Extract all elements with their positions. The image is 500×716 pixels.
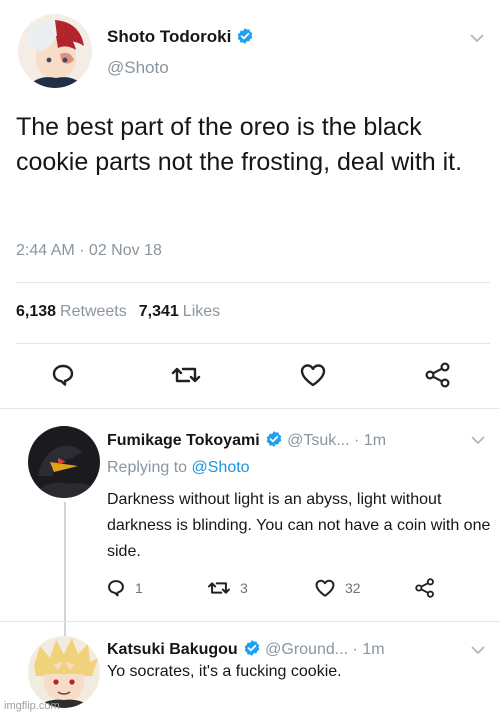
reply-reply-button[interactable]: 1 [106,578,143,598]
retweet-count: 3 [240,580,248,596]
verified-badge-icon [238,28,253,44]
author-name-text[interactable]: Shoto Todoroki [107,27,231,46]
thread-connector [64,502,66,637]
tweet-timestamp[interactable]: 2:44 AM · 02 Nov 18 [16,242,162,260]
retweet-icon [208,582,230,594]
chevron-down-icon[interactable] [471,435,485,445]
watermark: imgflip.com [4,700,60,712]
verified-badge-icon [244,640,259,656]
author-name[interactable]: Shoto Todoroki [107,27,254,47]
reply-time[interactable]: · 1m [354,432,386,449]
reply-header: Katsuki Bakugou @Ground... · 1m [107,639,385,659]
chevron-down-icon[interactable] [470,33,484,43]
reply-author-handle[interactable]: @Ground... [265,641,348,658]
likes-label[interactable]: Likes [183,303,220,320]
reply-like-button[interactable]: 32 [314,578,361,598]
tweet-stats: 6,138 Retweets 7,341 Likes [16,303,232,321]
replying-to-handle[interactable]: @Shoto [192,459,250,476]
reply-author-handle[interactable]: @Tsuk... [287,432,349,449]
bakugou-avatar[interactable] [28,636,100,708]
reply-text: Yo socrates, it's a fucking cookie. [107,663,342,680]
reply-header: Fumikage Tokoyami @Tsuk... · 1m [107,430,386,450]
retweets-count[interactable]: 6,138 [16,303,56,320]
replying-to-label: Replying to [107,459,188,476]
like-icon [315,579,335,597]
divider [0,621,500,622]
author-handle[interactable]: @Shoto [107,58,169,78]
likes-count[interactable]: 7,341 [139,303,179,320]
reply-text: Darkness without light is an abyss, ligh… [107,491,491,560]
like-icon[interactable] [299,362,327,388]
shoto-avatar[interactable] [18,14,92,88]
reply-actions: 1 3 32 [0,578,500,604]
reply-retweet-button[interactable]: 3 [207,578,248,598]
divider [16,343,490,344]
retweets-label[interactable]: Retweets [60,303,127,320]
divider [0,408,500,409]
tokoyami-avatar[interactable] [28,426,100,498]
reply-author-name[interactable]: Fumikage Tokoyami [107,432,260,449]
chevron-down-icon[interactable] [471,645,485,655]
share-icon[interactable] [424,362,452,388]
replying-to: Replying to @Shoto [107,459,250,477]
verified-badge-icon [266,431,281,447]
tweet-actions [0,362,500,392]
reply-time[interactable]: · 1m [353,641,385,658]
reply-author-name[interactable]: Katsuki Bakugou [107,641,238,658]
like-count: 32 [345,580,361,596]
reply-icon [108,580,124,597]
tweet-text: The best part of the oreo is the black c… [16,113,463,176]
divider [16,282,490,283]
share-icon[interactable] [414,578,436,598]
retweet-icon[interactable] [171,362,201,388]
reply-icon[interactable] [50,362,76,388]
reply-count: 1 [135,580,143,596]
